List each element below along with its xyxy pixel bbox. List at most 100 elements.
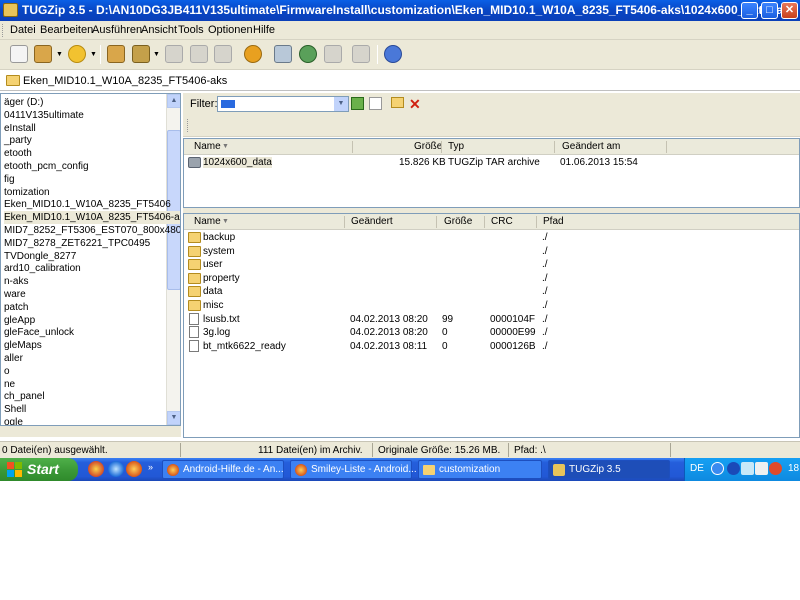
column-divider[interactable] — [344, 216, 345, 228]
file-row[interactable]: data ./ — [184, 285, 799, 299]
scroll-down-arrow[interactable]: ▼ — [167, 411, 180, 425]
tree-item[interactable]: eInstall — [4, 122, 36, 135]
taskbar-item-android-hilfe[interactable]: Android-Hilfe.de - An... — [162, 460, 284, 479]
tree-item[interactable]: gleFace_unlock — [4, 326, 74, 339]
tree-item[interactable]: n-aks — [4, 275, 28, 288]
file-row[interactable]: 3g.log 04.02.2013 08:20 0 00000E99 ./ — [184, 326, 799, 340]
scroll-up-arrow[interactable]: ▲ — [167, 94, 180, 108]
taskbar-item-smiley-liste[interactable]: Smiley-Liste - Android... — [290, 460, 417, 479]
filter-apply-button[interactable] — [351, 97, 366, 112]
column-divider[interactable] — [666, 141, 667, 153]
scan-button[interactable] — [272, 43, 294, 65]
tree-item[interactable]: MID7_8278_ZET6221_TPC0495 — [4, 237, 150, 250]
column-crc[interactable]: CRC — [491, 216, 513, 227]
column-divider[interactable] — [352, 141, 353, 153]
folder-tree[interactable]: ▲ ▼ äger (D:) 0411V135ultimate eInstall _pa… — [0, 93, 181, 426]
firefox-icon[interactable] — [126, 461, 142, 477]
menu-ausfuehren[interactable]: Ausführen — [92, 24, 142, 36]
language-indicator[interactable]: DE — [690, 463, 704, 474]
maximize-button[interactable]: □ — [761, 2, 778, 19]
delete-button[interactable] — [163, 43, 185, 65]
add-files-button[interactable] — [130, 43, 152, 65]
menu-datei[interactable]: Datei — [10, 24, 36, 36]
column-size[interactable]: Größe — [414, 141, 442, 152]
menu-optionen[interactable]: Optionen — [208, 24, 253, 36]
minimize-button[interactable]: _ — [741, 2, 758, 19]
title-bar[interactable]: TUGZip 3.5 - D:\AN10DG3JB411V135ultimate… — [0, 0, 800, 21]
column-modified[interactable]: Geändert am — [562, 141, 620, 152]
tree-item[interactable]: o — [4, 365, 10, 378]
open-dropdown-arrow[interactable]: ▼ — [56, 51, 63, 58]
antivirus-icon[interactable] — [769, 462, 782, 475]
tree-item[interactable]: MID7_8252_FT5306_EST070_800x480 — [4, 224, 180, 237]
archive-row[interactable]: 1024x600_data 15.826 KB TUGZip TAR archi… — [184, 156, 799, 170]
tree-splitter[interactable] — [0, 426, 181, 437]
archive-list[interactable]: Name ▼ Größe Typ Geändert am 1024x600_da… — [183, 138, 800, 208]
tree-item[interactable]: Shell — [4, 403, 26, 416]
network-icon[interactable] — [741, 462, 754, 475]
menu-ansicht[interactable]: Ansicht — [141, 24, 177, 36]
start-button[interactable]: Start — [0, 458, 78, 481]
check-button[interactable] — [350, 43, 372, 65]
tree-item[interactable]: ch_panel — [4, 390, 45, 403]
taskbar-item-tugzip[interactable]: TUGZip 3.5 — [548, 460, 670, 479]
tray-expand-icon[interactable] — [711, 462, 724, 475]
bluetooth-icon[interactable] — [727, 462, 740, 475]
tree-item[interactable]: fig — [4, 173, 15, 186]
volume-icon[interactable] — [755, 462, 768, 475]
column-modified[interactable]: Geändert — [351, 216, 393, 227]
tree-item[interactable]: 0411V135ultimate — [4, 109, 84, 122]
tree-item[interactable]: gleApp — [4, 314, 35, 327]
column-divider[interactable] — [484, 216, 485, 228]
chevron-down-icon[interactable]: ▼ — [334, 97, 348, 111]
tree-item[interactable]: gleMaps — [4, 339, 42, 352]
column-type[interactable]: Typ — [448, 141, 464, 152]
filter-folder-button[interactable] — [391, 97, 406, 112]
settings-button[interactable] — [242, 43, 264, 65]
filter-dropdown[interactable]: ▼ — [217, 96, 349, 112]
file-row[interactable]: bt_mtk6622_ready 04.02.2013 08:11 0 0000126… — [184, 339, 799, 354]
tree-item[interactable]: _party — [4, 134, 32, 147]
file-row[interactable]: property ./ — [184, 272, 799, 286]
current-path[interactable]: Eken_MID10.1_W10A_8235_FT5406-aks — [23, 75, 227, 87]
file-row[interactable]: misc ./ — [184, 299, 799, 313]
column-divider[interactable] — [554, 141, 555, 153]
column-name[interactable]: Name — [194, 216, 221, 227]
new-archive-button[interactable] — [8, 43, 30, 65]
column-path[interactable]: Pfad — [543, 216, 564, 227]
quicklaunch-expand-icon[interactable]: » — [148, 462, 153, 472]
tree-item[interactable]: Eken_MID10.1_W10A_8235_FT5406 — [4, 198, 171, 211]
taskbar-item-customization[interactable]: customization — [418, 460, 542, 479]
menu-hilfe[interactable]: Hilfe — [253, 24, 275, 36]
about-button[interactable] — [382, 43, 404, 65]
filter-clear-button[interactable]: ✕ — [409, 97, 424, 112]
favorites-dropdown-arrow[interactable]: ▼ — [90, 51, 97, 58]
column-divider[interactable] — [536, 216, 537, 228]
tree-item[interactable]: ne — [4, 378, 15, 391]
view-button[interactable] — [188, 43, 210, 65]
file-row[interactable]: user ./ — [184, 258, 799, 272]
clock[interactable]: 18: — [788, 463, 800, 474]
test-button[interactable] — [297, 43, 319, 65]
tree-item[interactable]: tomization — [4, 186, 50, 199]
internet-explorer-icon[interactable] — [108, 461, 124, 477]
tree-item[interactable]: aller — [4, 352, 23, 365]
column-divider[interactable] — [441, 141, 442, 153]
column-size[interactable]: Größe — [444, 216, 472, 227]
chrome-icon[interactable] — [88, 461, 104, 477]
wizard-button[interactable] — [322, 43, 344, 65]
tree-item[interactable]: ware — [4, 288, 26, 301]
column-name[interactable]: Name — [194, 141, 221, 152]
file-row[interactable]: system ./ — [184, 245, 799, 259]
column-divider[interactable] — [436, 216, 437, 228]
favorites-button[interactable] — [66, 43, 88, 65]
tree-item[interactable]: Eken_MID10.1_W10A_8235_FT5406-aks — [4, 211, 180, 225]
menu-tools[interactable]: Tools — [178, 24, 204, 36]
tree-item[interactable]: etooth — [4, 147, 32, 160]
copy-button[interactable] — [212, 43, 234, 65]
tree-item[interactable]: äger (D:) — [4, 96, 43, 109]
close-button[interactable]: ✕ — [781, 2, 798, 19]
file-row[interactable]: lsusb.txt 04.02.2013 08:20 99 0000104F ./ — [184, 312, 799, 327]
tree-vertical-scrollbar[interactable]: ▲ ▼ — [166, 94, 180, 425]
open-archive-button[interactable] — [32, 43, 54, 65]
